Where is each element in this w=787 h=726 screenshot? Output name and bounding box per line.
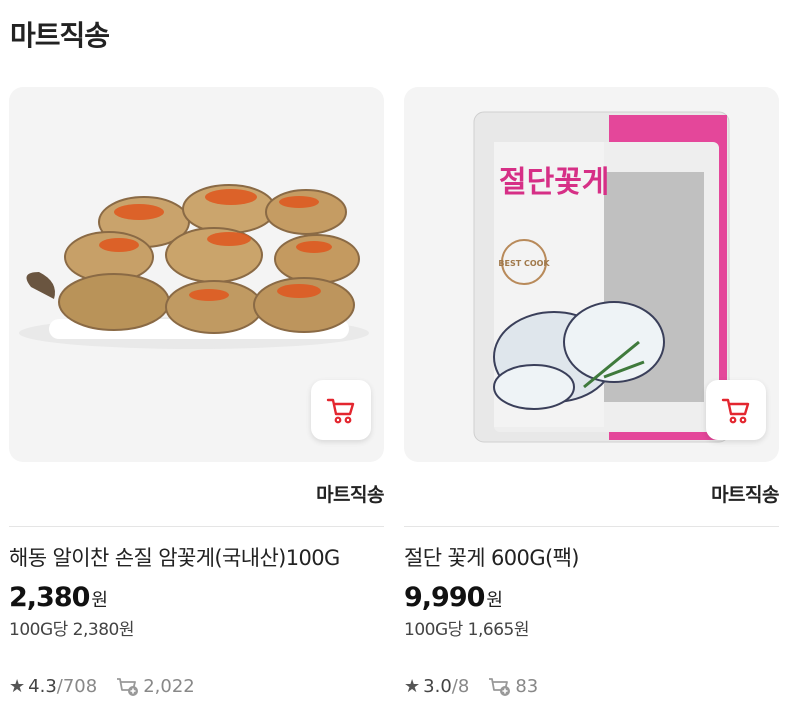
unit-price: 100G당 1,665원 [404,620,529,640]
package-label: 절단꽃게 [499,165,609,200]
price-row: 2,380 원 [9,579,384,617]
cart-icon [721,398,750,424]
add-to-cart-button[interactable] [706,380,766,440]
star-icon: ★ [9,675,26,697]
section-title: 마트직송 [10,19,110,52]
product-card[interactable]: BEST COOK 절단꽃게 마트직송 절단 꽃게 600G(팩) 9,990 원… [404,87,780,699]
shipping-label: 마트직송 [316,484,384,506]
price: 2,380 [9,582,90,613]
currency: 원 [486,590,503,611]
product-name[interactable]: 해동 알이찬 손질 암꽃게(국내산)100G [9,543,384,573]
currency: 원 [91,590,108,611]
unit-price: 100G당 2,380원 [9,620,134,640]
product-meta: ★ 4.3/708 2,022 [9,673,384,699]
cart-plus-icon [117,678,139,696]
cart-count: 2,022 [115,675,195,697]
divider [404,526,779,527]
product-image[interactable] [9,87,384,462]
shipping-label: 마트직송 [711,484,779,506]
price: 9,990 [404,582,485,613]
cart-count-value: 2,022 [143,675,195,697]
cart-count: 83 [487,675,538,697]
review-count: /708 [56,675,98,697]
price-row: 9,990 원 [404,579,779,617]
rating: 4.3 [28,675,57,697]
product-meta: ★ 3.0/8 83 [404,673,779,699]
cart-plus-icon [489,678,511,696]
cart-count-value: 83 [515,675,539,697]
rating: 3.0 [423,675,452,697]
review-count: /8 [451,675,470,697]
add-to-cart-button[interactable] [311,380,371,440]
divider [9,526,384,527]
product-card[interactable]: 마트직송 해동 알이찬 손질 암꽃게(국내산)100G 2,380 원 100G당… [9,87,385,699]
package-badge: BEST COOK [498,259,550,268]
star-icon: ★ [404,675,421,697]
product-name[interactable]: 절단 꽃게 600G(팩) [404,543,779,573]
product-image[interactable]: BEST COOK 절단꽃게 [404,87,779,462]
cart-icon [326,398,355,424]
